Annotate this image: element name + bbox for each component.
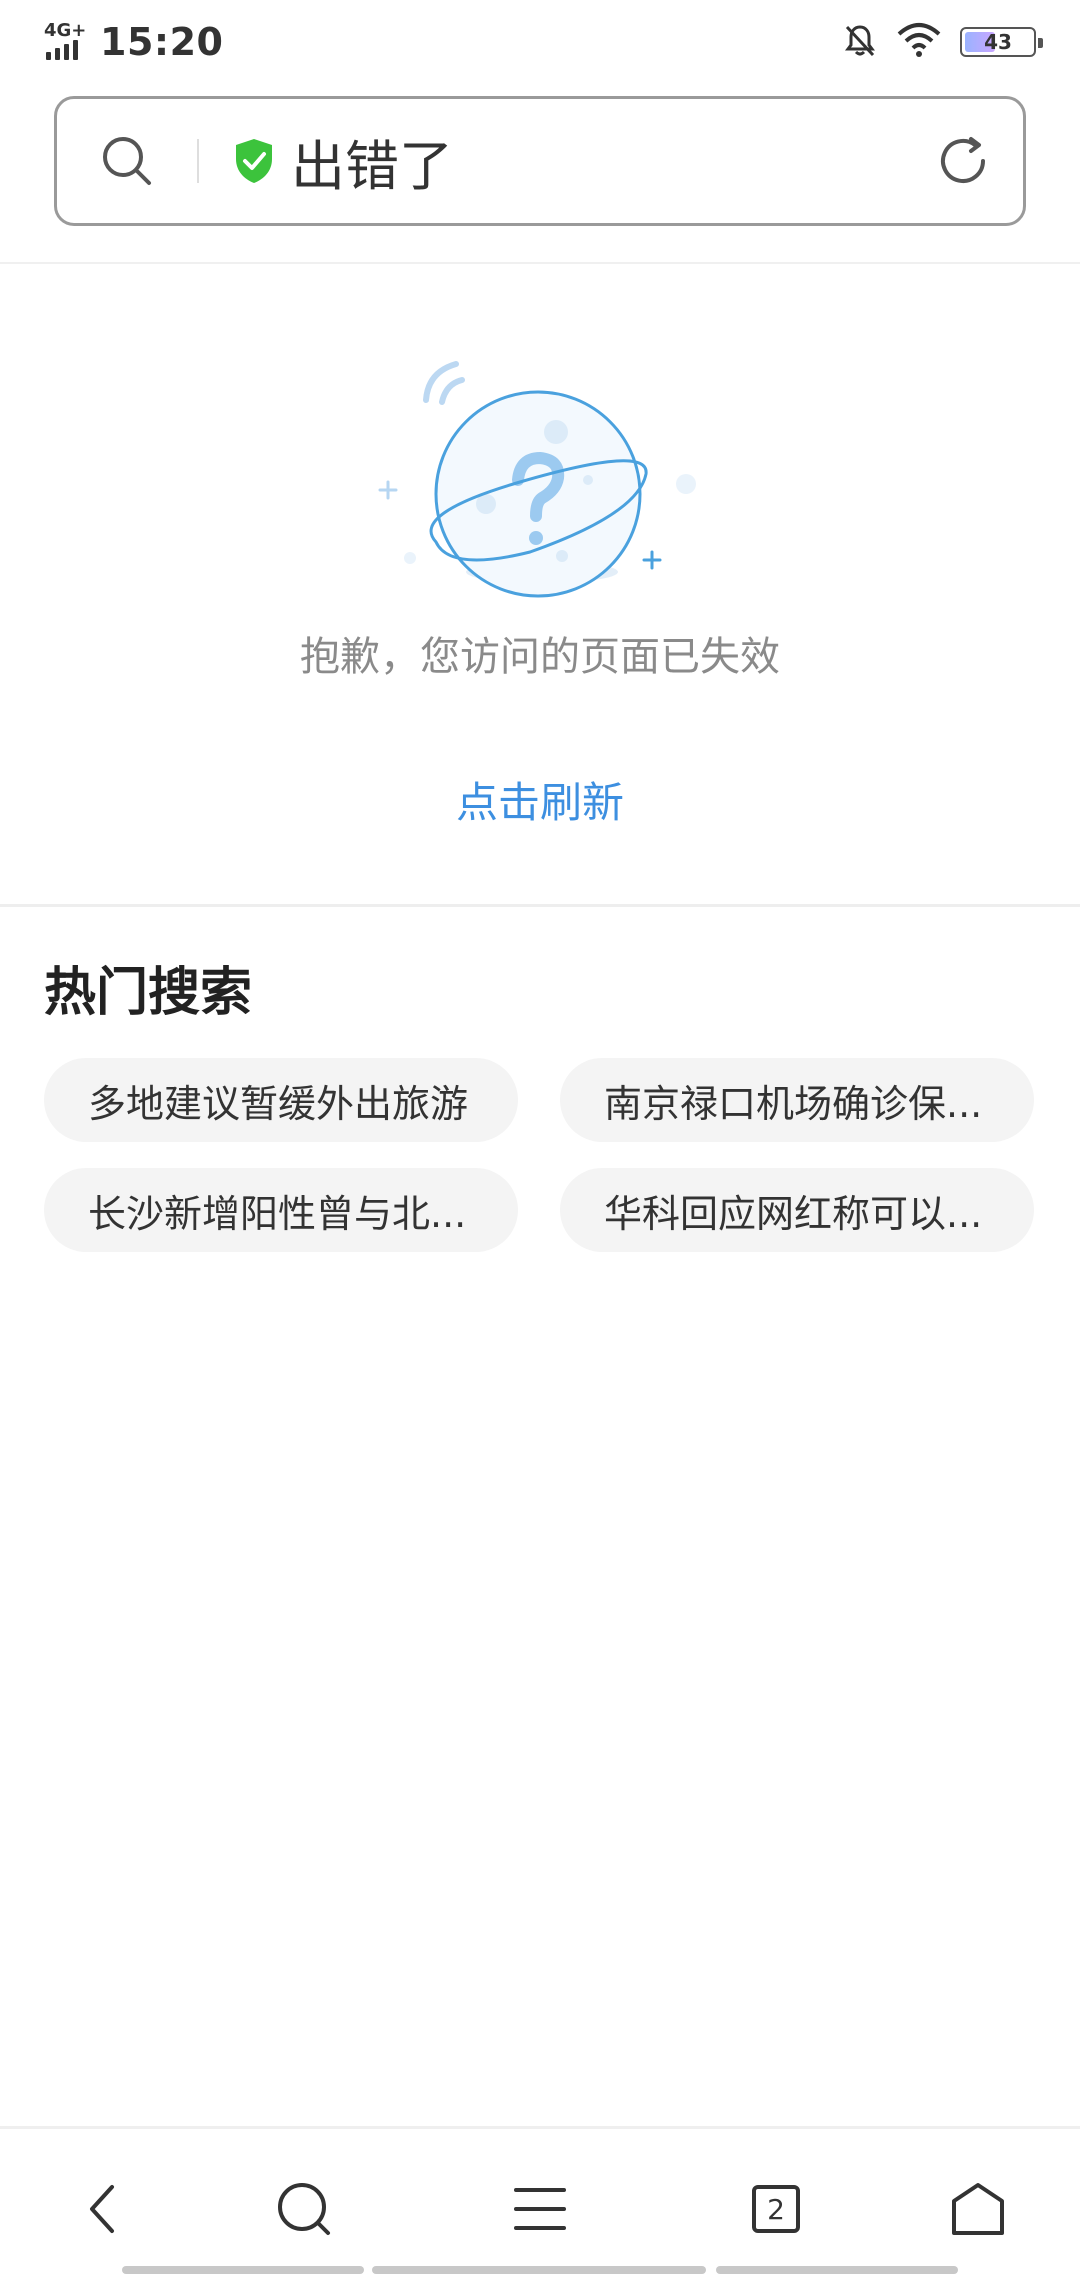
secure-shield-icon [233,137,277,185]
error-planet-illustration [370,304,710,604]
error-message: 抱歉，您访问的页面已失效 [300,634,780,680]
status-bar: 4G+ 15:20 43 [0,0,1080,84]
back-icon[interactable] [62,2169,142,2249]
address-bar-container: 出错了 [0,84,1080,264]
menu-icon[interactable] [500,2169,580,2249]
battery-icon: 43 [960,27,1043,57]
battery-level: 43 [984,30,1012,54]
hot-search-item[interactable]: 长沙新增阳性曾与北... [44,1168,518,1252]
page-title[interactable]: 出错了 [291,122,903,201]
tabs-count-box: 2 [752,2185,800,2233]
section-divider [0,904,1080,907]
hot-search-item[interactable]: 南京禄口机场确诊保... [560,1058,1034,1142]
search-icon[interactable] [264,2169,344,2249]
home-icon[interactable] [938,2169,1018,2249]
tap-refresh-link[interactable]: 点击刷新 [390,769,690,830]
hot-search-item[interactable]: 华科回应网红称可以... [560,1168,1034,1252]
hot-search-title: 热门搜索 [44,963,253,1023]
address-divider [197,139,199,183]
signal-icon: 4G+ [44,20,90,62]
tab-count: 2 [767,2192,785,2226]
clock: 15:20 [100,20,224,64]
status-left: 4G+ 15:20 [44,20,223,64]
status-right: 43 [842,22,1043,62]
gesture-bar-center[interactable] [372,2266,706,2274]
error-section: 抱歉，您访问的页面已失效 点击刷新 [0,264,1080,904]
gesture-bar-left[interactable] [122,2266,364,2274]
tabs-icon[interactable]: 2 [736,2169,816,2249]
address-bar[interactable]: 出错了 [54,96,1026,226]
search-icon[interactable] [57,99,197,223]
refresh-icon[interactable] [903,99,1023,223]
network-type: 4G+ [44,20,87,41]
browser-page: 4G+ 15:20 43 出错了 抱歉，您访问的页面已失效 点击刷新 热门搜索 … [0,0,1080,2280]
mute-bell-icon [842,22,878,62]
wifi-icon [896,22,942,62]
bottom-nav: 2 [0,2126,1080,2280]
gesture-bar-right[interactable] [716,2266,958,2274]
hot-search-item[interactable]: 多地建议暂缓外出旅游 [44,1058,518,1142]
